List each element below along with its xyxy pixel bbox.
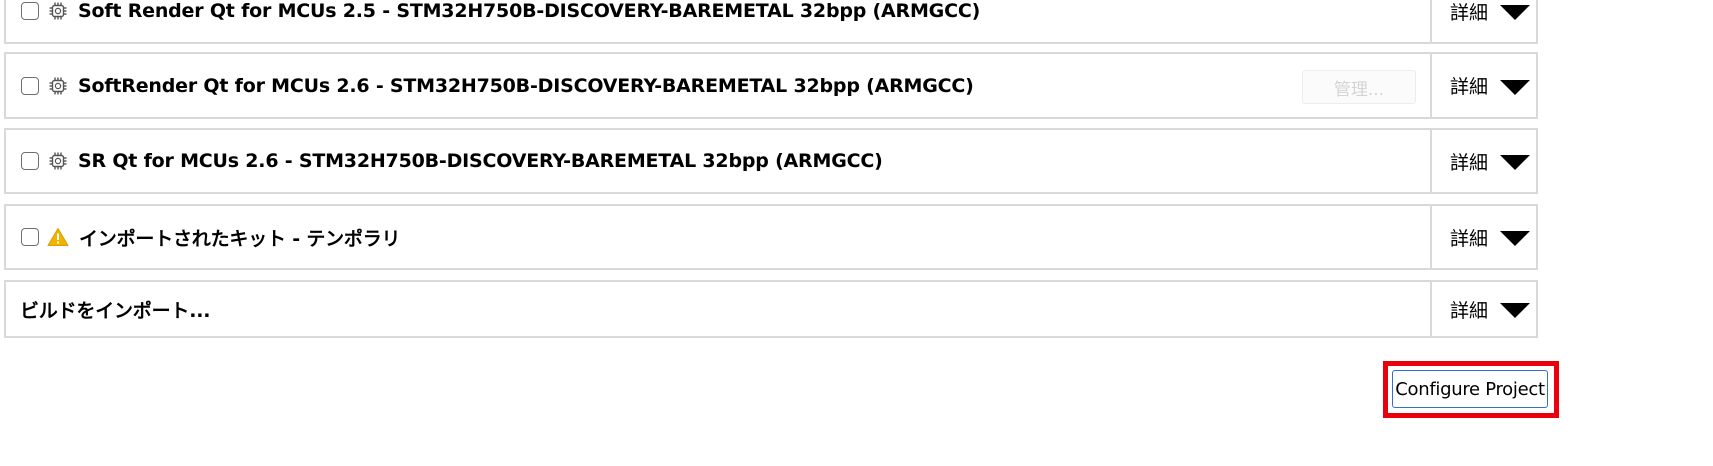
details-toggle[interactable]: 詳細 [1430, 54, 1536, 117]
import-build-main: ビルドをインポート... [6, 282, 1430, 336]
kit-checkbox[interactable] [21, 2, 39, 20]
details-label: 詳細 [1450, 1, 1489, 24]
kit-row: SR Qt for MCUs 2.6 - STM32H750B-DISCOVER… [4, 128, 1538, 194]
manage-button[interactable]: 管理... [1302, 70, 1416, 104]
kit-row-main: Soft Render Qt for MCUs 2.5 - STM32H750B… [6, 0, 1430, 42]
configure-project-button[interactable]: Configure Project [1392, 370, 1548, 408]
qt-mcu-chip-icon [49, 77, 67, 94]
details-toggle[interactable]: 詳細 [1430, 282, 1536, 336]
details-toggle[interactable]: 詳細 [1430, 130, 1536, 192]
chevron-down-icon [1500, 303, 1531, 318]
kit-label: Soft Render Qt for MCUs 2.5 - STM32H750B… [78, 0, 981, 22]
warning-icon [47, 228, 69, 246]
kit-row: Soft Render Qt for MCUs 2.5 - STM32H750B… [4, 0, 1538, 44]
details-label: 詳細 [1450, 151, 1489, 174]
kit-row: SoftRender Qt for MCUs 2.6 - STM32H750B-… [4, 52, 1538, 119]
kit-label: インポートされたキット - テンポラリ [79, 227, 401, 250]
kit-row-main: SR Qt for MCUs 2.6 - STM32H750B-DISCOVER… [6, 130, 1430, 192]
chevron-down-icon [1500, 155, 1531, 170]
kit-row-main: インポートされたキット - テンポラリ [6, 206, 1430, 268]
kit-row: インポートされたキット - テンポラリ 詳細 [4, 204, 1538, 270]
kit-row-main: SoftRender Qt for MCUs 2.6 - STM32H750B-… [6, 54, 1430, 117]
chevron-down-icon [1500, 5, 1531, 20]
kit-checkbox[interactable] [21, 76, 39, 95]
chevron-down-icon [1500, 231, 1531, 246]
kit-label: SoftRender Qt for MCUs 2.6 - STM32H750B-… [78, 74, 974, 97]
chevron-down-icon [1500, 79, 1531, 95]
import-build-row: ビルドをインポート... 詳細 [4, 280, 1538, 338]
details-label: 詳細 [1450, 76, 1489, 98]
kit-checkbox[interactable] [21, 228, 39, 246]
details-toggle[interactable]: 詳細 [1430, 206, 1536, 268]
kit-checkbox[interactable] [21, 152, 39, 170]
details-label: 詳細 [1450, 299, 1489, 322]
kit-label: SR Qt for MCUs 2.6 - STM32H750B-DISCOVER… [78, 150, 883, 172]
qt-mcu-chip-icon [49, 2, 67, 20]
qt-mcu-chip-icon [49, 152, 67, 170]
details-label: 詳細 [1450, 227, 1489, 250]
import-build-label: ビルドをインポート... [20, 299, 211, 322]
details-toggle[interactable]: 詳細 [1430, 0, 1536, 42]
